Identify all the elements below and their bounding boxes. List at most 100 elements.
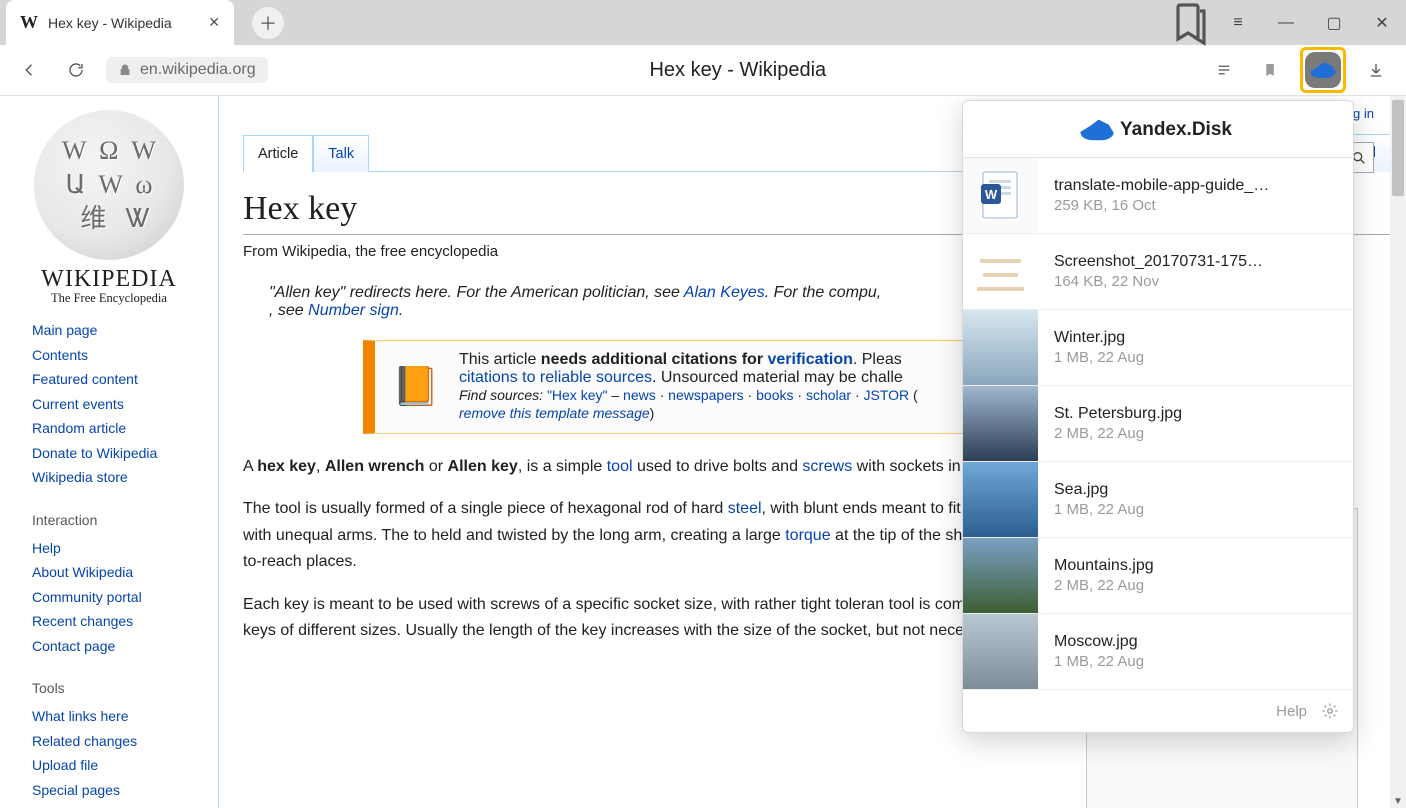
file-thumb-img <box>963 538 1038 613</box>
downloads-icon[interactable] <box>1360 54 1392 86</box>
nav-heading-interaction: Interaction <box>32 512 196 528</box>
url-box[interactable]: en.wikipedia.org <box>106 57 268 83</box>
nav-main-link-1[interactable]: Contents <box>32 347 88 363</box>
url-text: en.wikipedia.org <box>140 61 256 79</box>
file-thumb-shot <box>963 234 1038 309</box>
nav-main-link-3[interactable]: Current events <box>32 396 124 412</box>
nav-tools-link-2[interactable]: Upload file <box>32 757 98 773</box>
link-news[interactable]: news <box>623 387 656 403</box>
window-maximize-icon[interactable]: ▢ <box>1310 0 1358 45</box>
scroll-down-icon[interactable]: ▼ <box>1390 793 1406 808</box>
page-scrollbar[interactable]: ▲ ▼ <box>1390 96 1406 808</box>
file-meta: 1 MB, 22 Aug <box>1054 501 1337 518</box>
file-meta: 1 MB, 22 Aug <box>1054 653 1337 670</box>
file-meta: 164 KB, 22 Nov <box>1054 273 1337 290</box>
link-books[interactable]: books <box>756 387 793 403</box>
nav-tools-link-0[interactable]: What links here <box>32 708 128 724</box>
lock-icon <box>118 63 132 77</box>
tab-article[interactable]: Article <box>243 135 313 173</box>
svg-text:W: W <box>984 187 997 202</box>
nav-main: Main page Contents Featured content Current… <box>0 306 218 802</box>
file-name: Mountains.jpg <box>1054 557 1337 575</box>
link-alan-keyes[interactable]: Alan Keyes <box>684 284 765 301</box>
cloud-icon <box>1310 62 1336 78</box>
file-name: Winter.jpg <box>1054 329 1337 347</box>
nav-main-link-4[interactable]: Random article <box>32 420 126 436</box>
link-scholar[interactable]: scholar <box>806 387 851 403</box>
link-jstor[interactable]: JSTOR <box>864 387 910 403</box>
reader-mode-icon[interactable] <box>1208 54 1240 86</box>
file-thumb-img <box>963 310 1038 385</box>
nav-back-button[interactable] <box>14 54 46 86</box>
file-row[interactable]: Mountains.jpg 2 MB, 22 Aug <box>963 537 1353 613</box>
link-remove-template[interactable]: remove this template message <box>459 405 650 421</box>
tab-close-icon[interactable]: ✕ <box>208 14 220 31</box>
file-meta: 2 MB, 22 Aug <box>1054 425 1337 442</box>
yandex-disk-extension-button[interactable] <box>1305 52 1341 88</box>
page-title: Hex key - Wikipedia <box>282 59 1194 82</box>
cloud-icon <box>1080 120 1114 141</box>
file-meta: 1 MB, 22 Aug <box>1054 349 1337 366</box>
ambox-book-icon: 📙 <box>391 351 441 423</box>
browser-tab-active[interactable]: W Hex key - Wikipedia ✕ <box>6 0 234 45</box>
link-verification[interactable]: verification <box>768 351 853 368</box>
new-tab-button[interactable]: ＋ <box>252 7 284 39</box>
wikipedia-wordmark: WIKIPEDIA <box>0 266 218 293</box>
wiki-sidebar: WIKIPEDIA The Free Encyclopedia Main pag… <box>0 96 218 808</box>
link-tool[interactable]: tool <box>607 458 633 475</box>
file-thumb-img <box>963 614 1038 689</box>
nav-interaction-link-1[interactable]: About Wikipedia <box>32 564 133 580</box>
link-number-sign[interactable]: Number sign <box>308 302 399 319</box>
wikipedia-logo[interactable]: WIKIPEDIA The Free Encyclopedia <box>0 110 218 306</box>
bookmark-page-icon[interactable] <box>1254 54 1286 86</box>
nav-tools-link-1[interactable]: Related changes <box>32 733 137 749</box>
link-torque[interactable]: torque <box>785 527 830 544</box>
bookmarks-bar-icon[interactable] <box>1166 0 1214 45</box>
link-reliable-sources[interactable]: citations to reliable sources <box>459 369 652 386</box>
nav-main-link-2[interactable]: Featured content <box>32 371 138 387</box>
browser-titlebar: W Hex key - Wikipedia ✕ ＋ ≡ — ▢ ✕ <box>0 0 1406 45</box>
file-thumb-img <box>963 462 1038 537</box>
browser-toolbar: en.wikipedia.org Hex key - Wikipedia <box>0 45 1406 96</box>
tab-favicon-icon: W <box>20 12 38 33</box>
file-row[interactable]: St. Petersburg.jpg 2 MB, 22 Aug <box>963 385 1353 461</box>
nav-main-link-6[interactable]: Wikipedia store <box>32 469 128 485</box>
file-row[interactable]: Wtranslate-mobile-app-guide_…259 KB, 16 … <box>963 157 1353 233</box>
file-name: Screenshot_20170731-175… <box>1054 253 1337 271</box>
login-link[interactable]: g in <box>1353 106 1374 121</box>
file-name: Sea.jpg <box>1054 481 1337 499</box>
file-row[interactable]: Moscow.jpg1 MB, 22 Aug <box>963 613 1353 689</box>
link-steel[interactable]: steel <box>728 500 762 517</box>
gear-icon[interactable] <box>1321 702 1339 720</box>
nav-interaction-link-3[interactable]: Recent changes <box>32 613 133 629</box>
link-screws[interactable]: screws <box>802 458 852 475</box>
link-newspapers[interactable]: newspapers <box>668 387 744 403</box>
panel-footer: Help <box>963 689 1353 732</box>
nav-interaction-link-2[interactable]: Community portal <box>32 589 142 605</box>
nav-main-link-5[interactable]: Donate to Wikipedia <box>32 445 157 461</box>
nav-interaction-link-4[interactable]: Contact page <box>32 638 115 654</box>
file-row[interactable]: Screenshot_20170731-175… 164 KB, 22 Nov <box>963 233 1353 309</box>
tab-talk[interactable]: Talk <box>313 135 369 172</box>
nav-tools-link-3[interactable]: Special pages <box>32 782 120 798</box>
nav-reload-button[interactable] <box>60 54 92 86</box>
window-minimize-icon[interactable]: — <box>1262 0 1310 45</box>
wikipedia-globe-icon <box>34 110 184 260</box>
panel-title: Yandex.Disk <box>963 101 1353 157</box>
panel-help-link[interactable]: Help <box>1276 703 1307 720</box>
file-row[interactable]: Winter.jpg 1 MB, 22 Aug <box>963 309 1353 385</box>
file-meta: 2 MB, 22 Aug <box>1054 577 1337 594</box>
browser-menu-icon[interactable]: ≡ <box>1214 0 1262 45</box>
tab-title: Hex key - Wikipedia <box>48 15 198 31</box>
file-row[interactable]: Sea.jpg 1 MB, 22 Aug <box>963 461 1353 537</box>
nav-interaction-link-0[interactable]: Help <box>32 540 61 556</box>
link-find-hexkey[interactable]: "Hex key" <box>547 387 608 403</box>
nav-heading-tools: Tools <box>32 680 196 696</box>
nav-main-link-0[interactable]: Main page <box>32 322 97 338</box>
yandex-disk-extension-highlight <box>1300 47 1346 93</box>
wikipedia-tagline: The Free Encyclopedia <box>0 291 218 306</box>
file-thumb-img <box>963 386 1038 461</box>
window-close-icon[interactable]: ✕ <box>1358 0 1406 45</box>
file-name: St. Petersburg.jpg <box>1054 405 1337 423</box>
scroll-thumb[interactable] <box>1392 100 1404 196</box>
